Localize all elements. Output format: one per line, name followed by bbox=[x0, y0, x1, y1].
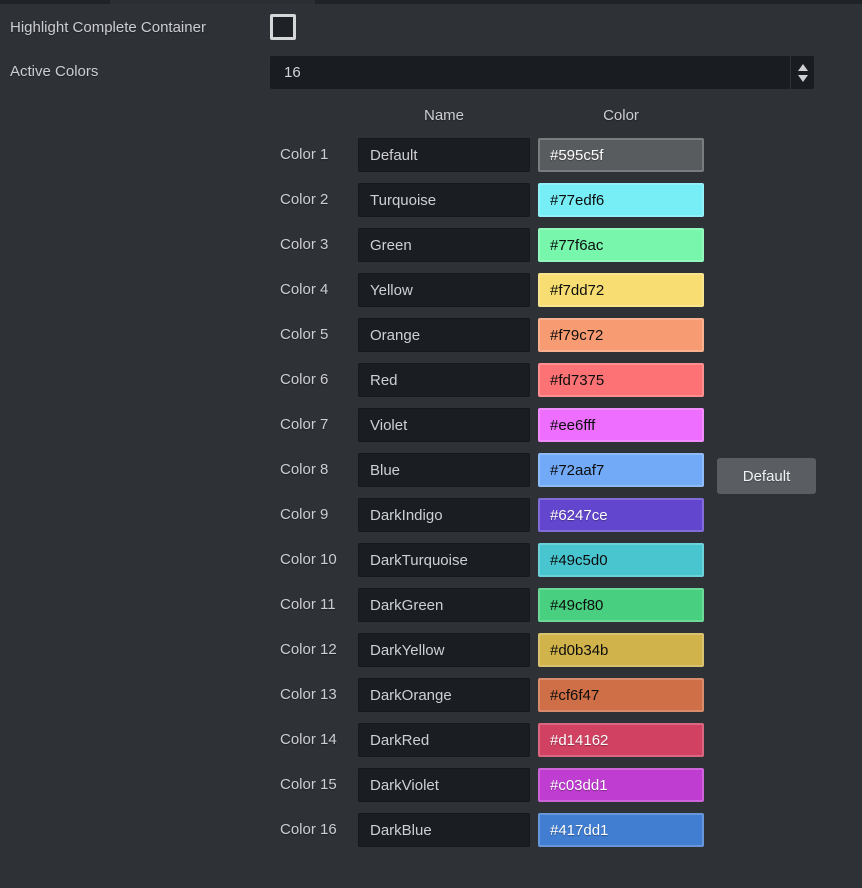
color-row: Color 1 bbox=[0, 138, 862, 172]
color-row: Color 6 bbox=[0, 363, 862, 397]
color-hex-input[interactable] bbox=[538, 228, 704, 262]
spinner-arrows[interactable] bbox=[790, 56, 814, 89]
color-row: Color 3 bbox=[0, 228, 862, 262]
color-hex-input[interactable] bbox=[538, 363, 704, 397]
color-hex-input[interactable] bbox=[538, 543, 704, 577]
color-row-label: Color 6 bbox=[280, 363, 328, 397]
color-hex-input[interactable] bbox=[538, 138, 704, 172]
highlight-complete-container-checkbox[interactable] bbox=[270, 14, 296, 40]
color-hex-input[interactable] bbox=[538, 678, 704, 712]
spinner-up-icon[interactable] bbox=[798, 64, 808, 71]
active-colors-label: Active Colors bbox=[10, 62, 98, 82]
color-row: Color 4 bbox=[0, 273, 862, 307]
color-hex-input[interactable] bbox=[538, 408, 704, 442]
color-name-input[interactable] bbox=[358, 273, 530, 307]
name-column-header: Name bbox=[358, 107, 530, 124]
color-name-input[interactable] bbox=[358, 678, 530, 712]
color-hex-input[interactable] bbox=[538, 633, 704, 667]
color-name-input[interactable] bbox=[358, 813, 530, 847]
color-hex-input[interactable] bbox=[538, 588, 704, 622]
color-row-label: Color 10 bbox=[280, 543, 337, 577]
color-row: Color 15 bbox=[0, 768, 862, 802]
color-row: Color 2 bbox=[0, 183, 862, 217]
color-hex-input[interactable] bbox=[538, 498, 704, 532]
highlight-complete-container-label: Highlight Complete Container bbox=[10, 18, 206, 38]
color-hex-input[interactable] bbox=[538, 273, 704, 307]
color-row-label: Color 5 bbox=[280, 318, 328, 352]
color-row: Color 12 bbox=[0, 633, 862, 667]
color-row-label: Color 3 bbox=[280, 228, 328, 262]
color-name-input[interactable] bbox=[358, 183, 530, 217]
color-name-input[interactable] bbox=[358, 318, 530, 352]
color-name-input[interactable] bbox=[358, 768, 530, 802]
color-row: Color 7 bbox=[0, 408, 862, 442]
color-row: Color 9 bbox=[0, 498, 862, 532]
color-row-label: Color 15 bbox=[280, 768, 337, 802]
color-name-input[interactable] bbox=[358, 138, 530, 172]
active-colors-spinbox[interactable] bbox=[270, 56, 814, 89]
color-hex-input[interactable] bbox=[538, 453, 704, 487]
active-tab-edge bbox=[110, 0, 315, 4]
color-row: Color 16 bbox=[0, 813, 862, 847]
color-name-input[interactable] bbox=[358, 588, 530, 622]
color-row-label: Color 16 bbox=[280, 813, 337, 847]
color-hex-input[interactable] bbox=[538, 813, 704, 847]
color-name-input[interactable] bbox=[358, 723, 530, 757]
color-name-input[interactable] bbox=[358, 498, 530, 532]
color-row-label: Color 14 bbox=[280, 723, 337, 757]
color-name-input[interactable] bbox=[358, 453, 530, 487]
color-name-input[interactable] bbox=[358, 633, 530, 667]
color-name-input[interactable] bbox=[358, 408, 530, 442]
color-row: Color 5 bbox=[0, 318, 862, 352]
color-row-label: Color 12 bbox=[280, 633, 337, 667]
active-colors-input[interactable] bbox=[270, 56, 789, 89]
default-button[interactable]: Default bbox=[717, 458, 816, 494]
color-name-input[interactable] bbox=[358, 228, 530, 262]
color-row-label: Color 8 bbox=[280, 453, 328, 487]
color-row-label: Color 11 bbox=[280, 588, 336, 622]
color-hex-input[interactable] bbox=[538, 183, 704, 217]
color-row: Color 11 bbox=[0, 588, 862, 622]
color-hex-input[interactable] bbox=[538, 723, 704, 757]
color-row-label: Color 7 bbox=[280, 408, 328, 442]
color-row-label: Color 4 bbox=[280, 273, 328, 307]
color-row: Color 14 bbox=[0, 723, 862, 757]
color-row-label: Color 13 bbox=[280, 678, 337, 712]
color-row-label: Color 2 bbox=[280, 183, 328, 217]
color-name-input[interactable] bbox=[358, 543, 530, 577]
color-column-header: Color bbox=[538, 107, 704, 124]
color-hex-input[interactable] bbox=[538, 768, 704, 802]
color-row: Color 10 bbox=[0, 543, 862, 577]
color-row: Color 13 bbox=[0, 678, 862, 712]
color-name-input[interactable] bbox=[358, 363, 530, 397]
color-row-label: Color 9 bbox=[280, 498, 328, 532]
color-row-label: Color 1 bbox=[280, 138, 328, 172]
spinner-down-icon[interactable] bbox=[798, 75, 808, 82]
color-hex-input[interactable] bbox=[538, 318, 704, 352]
